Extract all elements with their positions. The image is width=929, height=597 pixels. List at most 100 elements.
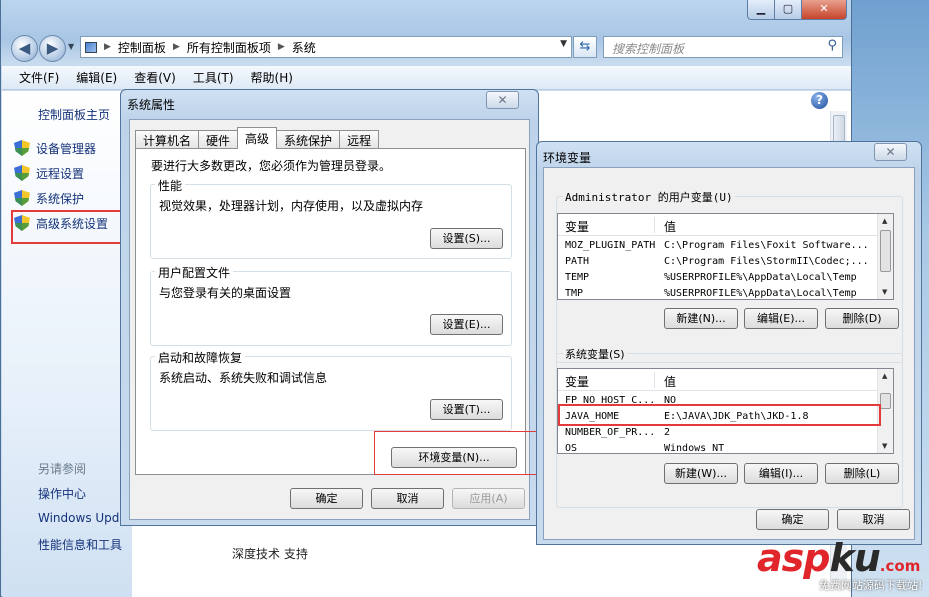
user-variables-list[interactable]: 变量 值 MOZ_PLUGIN_PATH C:\Program Files\Fox… — [557, 213, 894, 300]
sidebar-item-label: 设备管理器 — [36, 141, 97, 156]
list-header: 变量 值 — [558, 369, 878, 391]
refresh-button[interactable]: ⇆ — [573, 36, 597, 58]
performance-settings-button[interactable]: 设置(S)... — [430, 228, 503, 249]
variable-name: NUMBER_OF_PR... — [565, 427, 656, 438]
list-item[interactable]: PATH C:\Program Files\StormII\Codec;... — [558, 254, 878, 270]
group-title: 启动和故障恢复 — [155, 349, 246, 366]
highlight-box — [558, 404, 881, 426]
variable-value: C:\Program Files\Foxit Software... — [664, 240, 869, 251]
sidebar-item-system-protection[interactable]: 系统保护 — [14, 189, 84, 207]
address-dropdown-icon[interactable]: ▼ — [560, 39, 567, 49]
breadcrumb-item[interactable]: 控制面板 — [118, 39, 166, 56]
highlight-box — [11, 210, 122, 244]
highlight-box — [374, 431, 537, 475]
menu-help[interactable]: 帮助(H) — [251, 69, 293, 86]
menu-bar: 文件(F) 编辑(E) 查看(V) 工具(T) 帮助(H) — [2, 66, 851, 90]
profile-settings-button[interactable]: 设置(E)... — [430, 314, 503, 335]
close-button[interactable]: ✕ — [801, 0, 847, 20]
see-also-heading: 另请参阅 — [38, 462, 87, 476]
dialog-close-button[interactable]: ✕ — [486, 91, 519, 109]
history-dropdown-icon[interactable]: ▼ — [68, 42, 74, 51]
menu-edit[interactable]: 编辑(E) — [76, 69, 117, 86]
menu-view[interactable]: 查看(V) — [134, 69, 176, 86]
breadcrumb-separator-icon: ▶ — [172, 42, 180, 52]
system-edit-button[interactable]: 编辑(I)... — [744, 463, 818, 484]
list-item[interactable]: TEMP %USERPROFILE%\AppData\Local\Temp — [558, 270, 878, 286]
group-title: 系统变量(S) — [563, 346, 627, 362]
column-header-variable[interactable]: 变量 — [565, 373, 589, 390]
tab-hardware[interactable]: 硬件 — [198, 130, 239, 149]
variable-value: 2 — [664, 427, 671, 438]
dialog-client: Administrator 的用户变量(U) 变量 值 MOZ_PLUGIN_P… — [543, 167, 915, 540]
list-item[interactable]: NUMBER_OF_PR... 2 — [558, 425, 878, 441]
group-description: 系统启动、系统失败和调试信息 — [159, 371, 328, 385]
list-header: 变量 值 — [558, 214, 878, 236]
column-header-variable[interactable]: 变量 — [565, 218, 589, 235]
user-delete-button[interactable]: 删除(D) — [825, 308, 899, 329]
variable-name: TEMP — [565, 272, 590, 283]
list-scrollbar[interactable]: ▲ ▼ — [877, 214, 893, 299]
user-edit-button[interactable]: 编辑(E)... — [744, 308, 818, 329]
breadcrumb-item[interactable]: 系统 — [292, 39, 316, 56]
scrollbar-thumb[interactable] — [880, 230, 891, 272]
sidebar-item-label: 系统保护 — [36, 191, 85, 206]
list-item[interactable]: OS Windows_NT — [558, 441, 878, 454]
sidebar-item-remote-settings[interactable]: 远程设置 — [14, 164, 84, 182]
dialog-close-button[interactable]: ✕ — [874, 143, 907, 161]
search-icon[interactable]: ⚲ — [827, 38, 837, 53]
apply-button[interactable]: 应用(A) — [452, 488, 525, 509]
scroll-up-icon[interactable]: ▲ — [882, 372, 887, 380]
search-input[interactable]: 搜索控制面板 ⚲ — [603, 36, 843, 58]
action-center-link[interactable]: 操作中心 — [38, 485, 86, 502]
group-performance: 性能 视觉效果，处理器计划，内存使用，以及虚拟内存 设置(S)... — [150, 177, 512, 259]
scroll-up-icon[interactable]: ▲ — [882, 217, 887, 225]
performance-tools-link[interactable]: 性能信息和工具 — [38, 536, 122, 553]
sidebar-item-device-manager[interactable]: 设备管理器 — [14, 139, 96, 157]
column-header-value[interactable]: 值 — [664, 218, 676, 235]
group-title: 性能 — [155, 177, 186, 194]
window-caption-buttons: ▁ ▢ ✕ — [747, 0, 847, 20]
user-new-button[interactable]: 新建(N)... — [664, 308, 738, 329]
menu-tools[interactable]: 工具(T) — [193, 69, 234, 86]
group-startup-recovery: 启动和故障恢复 系统启动、系统失败和调试信息 设置(T)... — [150, 349, 512, 431]
maximize-button[interactable]: ▢ — [774, 0, 801, 20]
back-icon[interactable]: ◀ — [11, 35, 38, 62]
column-header-value[interactable]: 值 — [664, 373, 676, 390]
group-title: Administrator 的用户变量(U) — [563, 189, 735, 205]
tab-computer-name[interactable]: 计算机名 — [135, 130, 200, 149]
control-panel-icon — [85, 41, 97, 53]
windows-update-link[interactable]: Windows Upd — [38, 511, 119, 525]
tab-system-protection[interactable]: 系统保护 — [276, 130, 341, 149]
search-placeholder: 搜索控制面板 — [612, 42, 685, 56]
scrollbar-thumb[interactable] — [880, 393, 891, 409]
tab-advanced[interactable]: 高级 — [237, 127, 278, 149]
group-description: 视觉效果，处理器计划，内存使用，以及虚拟内存 — [159, 199, 424, 213]
list-item[interactable]: TMP %USERPROFILE%\AppData\Local\Temp — [558, 286, 878, 299]
cancel-button[interactable]: 取消 — [837, 509, 910, 530]
tab-page-advanced: 要进行大多数更改，您必须作为管理员登录。 性能 视觉效果，处理器计划，内存使用，… — [135, 148, 526, 475]
scroll-down-icon[interactable]: ▼ — [882, 288, 887, 296]
variable-value: %USERPROFILE%\AppData\Local\Temp — [664, 272, 857, 283]
list-item[interactable]: MOZ_PLUGIN_PATH C:\Program Files\Foxit So… — [558, 238, 878, 254]
shield-icon — [14, 190, 30, 206]
system-delete-button[interactable]: 删除(L) — [825, 463, 899, 484]
variable-value: Windows_NT — [664, 443, 725, 454]
group-description: 与您登录有关的桌面设置 — [159, 286, 292, 300]
forward-icon[interactable]: ▶ — [39, 35, 66, 62]
cancel-button[interactable]: 取消 — [371, 488, 444, 509]
ok-button[interactable]: 确定 — [290, 488, 363, 509]
dialog-title: 系统属性 — [127, 98, 176, 112]
sidebar-home-link[interactable]: 控制面板主页 — [38, 106, 110, 123]
system-new-button[interactable]: 新建(W)... — [664, 463, 738, 484]
tab-remote[interactable]: 远程 — [339, 130, 380, 149]
address-bar[interactable]: ▶ 控制面板 ▶ 所有控制面板项 ▶ 系统 ▼ — [80, 36, 572, 58]
ok-button[interactable]: 确定 — [756, 509, 829, 530]
minimize-button[interactable]: ▁ — [747, 0, 774, 20]
breadcrumb-separator-icon: ▶ — [104, 42, 111, 52]
menu-file[interactable]: 文件(F) — [19, 69, 59, 86]
startup-settings-button[interactable]: 设置(T)... — [430, 399, 503, 420]
help-icon[interactable]: ? — [811, 92, 828, 109]
variable-name: TMP — [565, 288, 584, 299]
breadcrumb-item[interactable]: 所有控制面板项 — [187, 39, 271, 56]
scroll-down-icon[interactable]: ▼ — [882, 442, 887, 450]
